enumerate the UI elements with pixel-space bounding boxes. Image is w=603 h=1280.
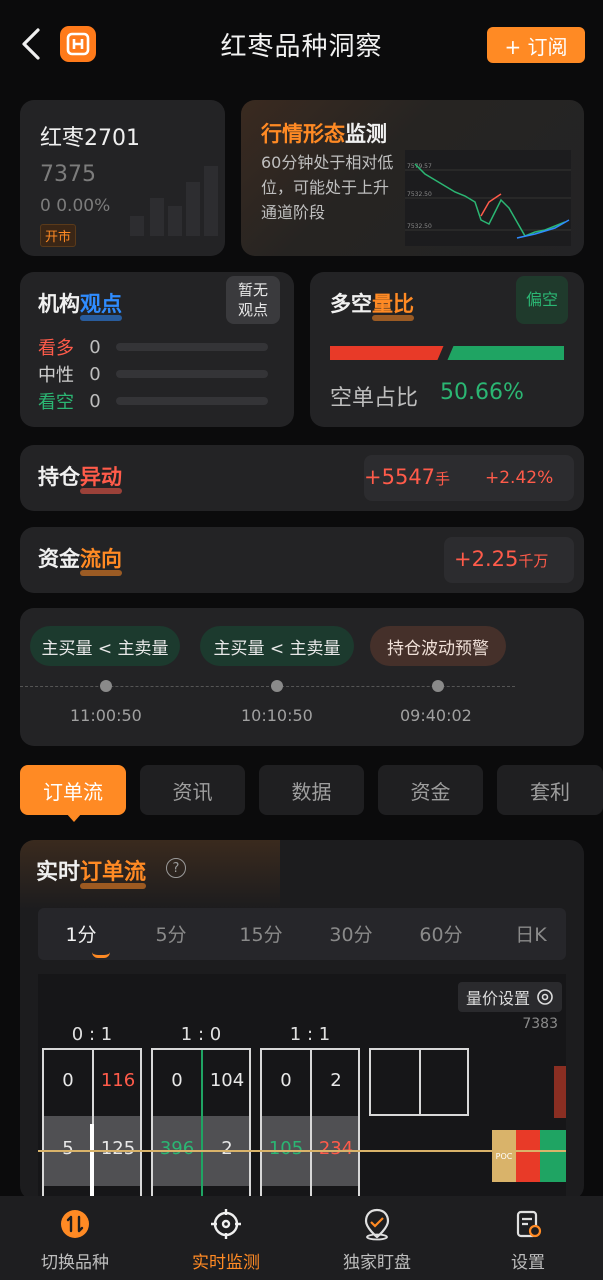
period-60m[interactable]: 60分 (406, 920, 476, 947)
nav-exclusive-watch[interactable]: 独家盯盘 (302, 1196, 452, 1280)
timeline-time: 11:00:50 (70, 706, 142, 725)
high-price-label: 7383 (522, 1016, 558, 1032)
position-change-card[interactable]: 持仓异动 +5547手 +2.42% (20, 445, 584, 511)
trend-axis-label: 7532.50 (407, 223, 432, 230)
timeline-time: 09:40:02 (400, 706, 472, 725)
nav-label: 设置 (511, 1253, 545, 1273)
active-tab-caret (66, 813, 82, 822)
institution-views-card[interactable]: 机构观点 暂无观点 看多 0 中性 0 看空 0 (20, 272, 294, 427)
bid-ask-ratio: 1 : 0 (180, 1024, 222, 1045)
position-change-title: 持仓异动 (38, 461, 122, 494)
timeline-dot (271, 680, 283, 692)
bid-ask-ratio: 1 : 1 (289, 1024, 331, 1045)
poc-line (38, 1150, 566, 1152)
target-icon (208, 1206, 244, 1242)
nav-label: 切换品种 (41, 1253, 109, 1273)
settings-icon (510, 1206, 546, 1242)
long-short-bar (330, 346, 564, 360)
orderflow-title: 实时订单流 (36, 854, 147, 889)
tab-arbitrage[interactable]: 套利 (497, 765, 603, 815)
gear-icon (537, 989, 553, 1005)
candle-body (90, 1124, 94, 1200)
long-short-ratio-card[interactable]: 多空量比 偏空 空单占比 50.66% (310, 272, 584, 427)
views-title: 机构观点 (38, 288, 122, 321)
volume-profile-bar (540, 1130, 566, 1182)
volume-profile-bar (554, 1066, 566, 1118)
views-row-bullish: 看多 0 (38, 334, 268, 360)
trend-title: 行情形态监测 (261, 122, 387, 146)
top-bar: 红枣品种洞察 + 订阅 (0, 0, 603, 88)
volume-profile-bar (516, 1130, 540, 1182)
period-day[interactable]: 日K (496, 920, 566, 947)
nav-settings[interactable]: 设置 (453, 1196, 603, 1280)
contract-change: 0 0.00% (40, 196, 111, 216)
bid-ask-ratio: 0 : 1 (71, 1024, 113, 1045)
timeline-time: 10:10:50 (241, 706, 313, 725)
trend-monitor-card[interactable]: 行情形态监测 60分钟处于相对低位，可能处于上升通道阶段 7579.57 753… (241, 100, 584, 256)
poc-marker: POC (492, 1130, 516, 1182)
bottom-nav: 切换品种 实时监测 独家盯盘 设置 (0, 1196, 603, 1280)
longshort-title: 多空量比 (330, 288, 414, 321)
fund-flow-card[interactable]: 资金流向 +2.25千万 (20, 527, 584, 593)
screen: { "header": {"title": "红枣品种洞察", "subscri… (0, 0, 603, 1280)
period-15m[interactable]: 15分 (226, 920, 296, 947)
tab-funds[interactable]: 资金 (378, 765, 483, 815)
nav-label: 实时监测 (192, 1253, 260, 1273)
period-1m[interactable]: 1分 (46, 920, 116, 947)
volume-price-settings-button[interactable]: 量价设置 (457, 982, 562, 1012)
switch-icon (57, 1206, 93, 1242)
trend-mini-chart: 7579.57 7532.50 7532.50 (405, 150, 571, 246)
footprint-bar: 0 2 105 234 (260, 1048, 360, 1198)
timeline-dot (100, 680, 112, 692)
alert-pill[interactable]: 主买量 < 主卖量 (200, 626, 354, 666)
fund-flow-value: +2.25千万 (454, 547, 549, 571)
nav-realtime-monitor[interactable]: 实时监测 (151, 1196, 301, 1280)
tab-orderflow[interactable]: 订单流 (20, 765, 126, 815)
help-icon[interactable]: ? (166, 858, 186, 878)
footprint-bar: 0 104 396 2 (151, 1048, 251, 1198)
views-row-bearish: 看空 0 (38, 388, 268, 414)
nav-label: 独家盯盘 (343, 1253, 411, 1273)
trend-axis-label: 7532.50 (407, 191, 432, 198)
no-views-badge: 暂无观点 (226, 276, 280, 324)
footprint-chart[interactable]: 量价设置 7383 0 : 1 0 116 5 125 1 : 0 0 104 … (38, 974, 566, 1200)
nav-switch-variety[interactable]: 切换品种 (0, 1196, 150, 1280)
market-status-badge: 开市 (40, 224, 77, 247)
active-period-underline (92, 952, 110, 958)
fund-flow-title: 资金流向 (38, 543, 122, 576)
trend-description: 60分钟处于相对低位，可能处于上升通道阶段 (261, 153, 394, 222)
timeline-dot (432, 680, 444, 692)
period-30m[interactable]: 30分 (316, 920, 386, 947)
short-ratio-label: 空单占比 (330, 386, 419, 411)
tab-news[interactable]: 资讯 (140, 765, 245, 815)
views-row-neutral: 中性 0 (38, 361, 268, 387)
position-change-value: +5547手 (364, 465, 451, 489)
short-ratio-value: 50.66% (440, 380, 524, 405)
contract-card[interactable]: 红枣2701 7375 0 0.00% 开市 (20, 100, 225, 256)
position-change-percent: +2.42% (485, 468, 554, 488)
tab-data[interactable]: 数据 (259, 765, 364, 815)
contract-price: 7375 (40, 162, 96, 187)
period-5m[interactable]: 5分 (136, 920, 206, 947)
subscribe-button[interactable]: + 订阅 (487, 27, 585, 63)
alerts-timeline-card: 主买量 < 主卖量 主买量 < 主卖量 持仓波动预警 11:00:50 10:1… (20, 608, 584, 746)
alert-pill[interactable]: 持仓波动预警 (370, 626, 506, 666)
bias-badge: 偏空 (516, 276, 568, 324)
period-selector: 1分 5分 15分 30分 60分 日K (38, 908, 566, 960)
orderflow-panel: 实时订单流 ? 1分 5分 15分 30分 60分 日K 量价设置 7383 0… (20, 840, 584, 1200)
footprint-bar-empty (369, 1048, 469, 1116)
watch-icon (359, 1206, 395, 1242)
alert-pill[interactable]: 主买量 < 主卖量 (30, 626, 180, 666)
contract-name: 红枣2701 (40, 126, 140, 151)
